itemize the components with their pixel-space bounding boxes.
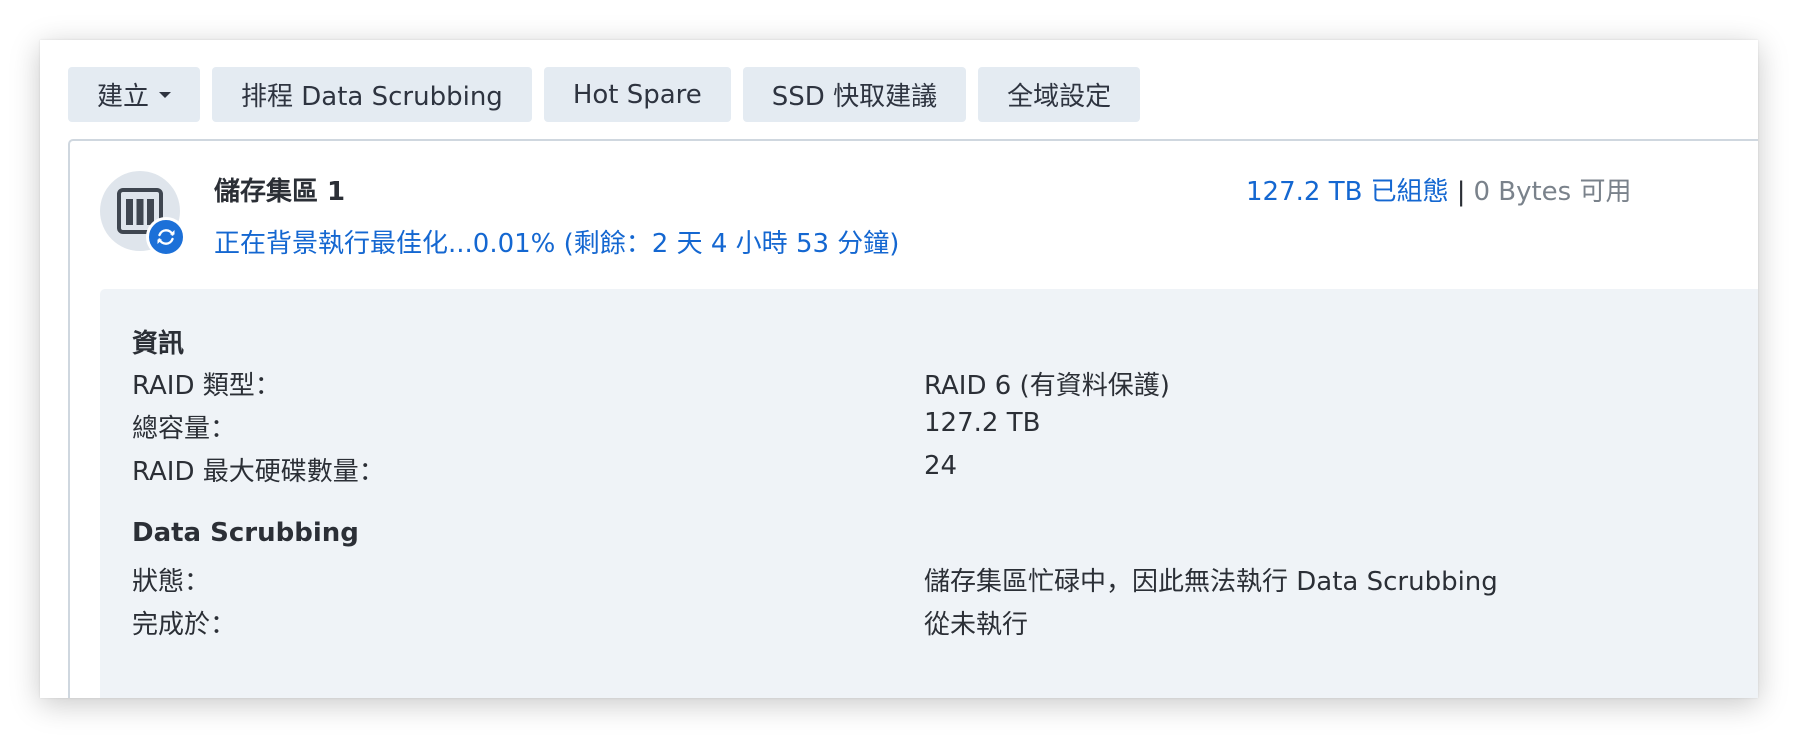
scrubbing-status-value: 儲存集區忙碌中，因此無法執行 Data Scrubbing (924, 567, 1498, 597)
pool-title: 儲存集區 1 (214, 177, 346, 207)
caret-down-icon (159, 91, 172, 98)
create-button-label: 建立 (97, 82, 150, 112)
max-drives-label: RAID 最大硬碟數量： (132, 457, 385, 487)
storage-manager-window: 建立 排程 Data Scrubbing Hot Spare SSD 快取建議 … (40, 40, 1758, 698)
raid-type-value: RAID 6 (有資料保護) (924, 371, 1170, 401)
completed-on-label: 完成於： (132, 610, 237, 640)
storage-pool-icon (100, 171, 186, 257)
raid-type-label: RAID 類型： (132, 371, 281, 401)
scrubbing-status-label: 狀態： (132, 567, 211, 597)
info-section-title: 資訊 (132, 329, 185, 359)
pool-details-panel: 資訊 RAID 類型： RAID 6 (有資料保護) 總容量： 127.2 TB… (100, 289, 1758, 698)
total-capacity-label: 總容量： (132, 414, 237, 444)
optimization-progress-text: 正在背景執行最佳化...0.01% (剩餘：2 天 4 小時 53 分鐘) (214, 229, 900, 259)
schedule-data-scrubbing-button[interactable]: 排程 Data Scrubbing (212, 67, 532, 122)
toolbar: 建立 排程 Data Scrubbing Hot Spare SSD 快取建議 … (68, 67, 1141, 122)
max-drives-value: 24 (924, 451, 958, 481)
capacity-available: 0 Bytes 可用 (1473, 177, 1632, 207)
global-settings-button[interactable]: 全域設定 (978, 67, 1141, 122)
ssd-cache-advisor-button[interactable]: SSD 快取建議 (742, 67, 967, 122)
capacity-separator: | (1456, 177, 1466, 207)
storage-pool-panel[interactable]: 儲存集區 1 正在背景執行最佳化...0.01% (剩餘：2 天 4 小時 53… (68, 139, 1758, 698)
capacity-configured: 127.2 TB 已組態 (1246, 177, 1449, 207)
capacity-summary: 127.2 TB 已組態 | 0 Bytes 可用 (1246, 171, 1632, 208)
sync-icon (146, 217, 186, 257)
total-capacity-value: 127.2 TB (924, 408, 1041, 438)
completed-on-value: 從未執行 (924, 610, 1029, 640)
hot-spare-button[interactable]: Hot Spare (543, 67, 731, 122)
create-dropdown-button[interactable]: 建立 (68, 67, 201, 122)
data-scrubbing-section-title: Data Scrubbing (132, 518, 359, 548)
